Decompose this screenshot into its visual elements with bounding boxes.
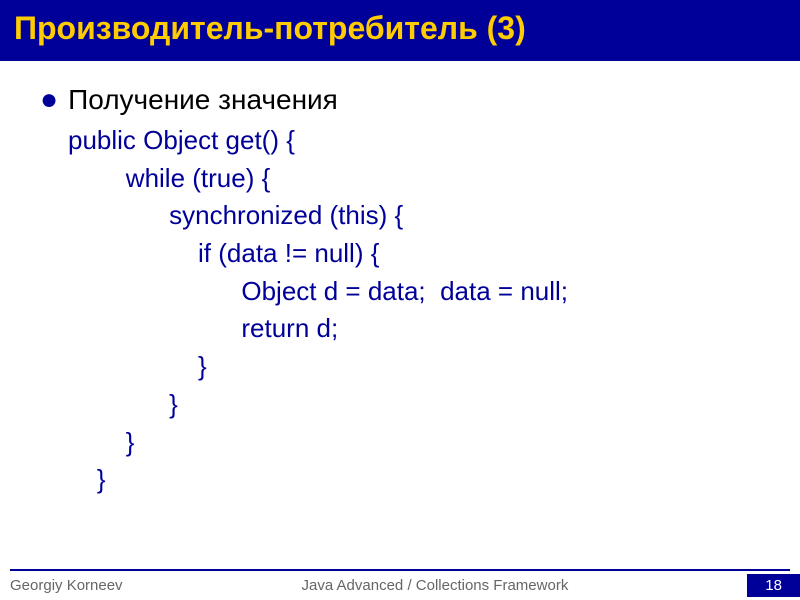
code-line: public Object get() { — [68, 122, 780, 160]
slide-content: ● Получение значения public Object get()… — [0, 61, 800, 569]
code-line: if (data != null) { — [68, 235, 780, 273]
code-line: while (true) { — [68, 160, 780, 198]
code-line: return d; — [68, 310, 780, 348]
code-line: Object d = data; data = null; — [68, 273, 780, 311]
code-line: } — [68, 386, 780, 424]
code-line: synchronized (this) { — [68, 197, 780, 235]
slide-footer: Georgiy Korneev Java Advanced / Collecti… — [0, 571, 800, 600]
code-line: } — [68, 424, 780, 462]
footer-course: Java Advanced / Collections Framework — [302, 577, 569, 594]
footer-page-number: 18 — [747, 574, 800, 597]
code-block: public Object get() { while (true) { syn… — [68, 122, 780, 499]
bullet-icon: ● — [40, 85, 58, 115]
code-line: } — [68, 348, 780, 386]
slide-title: Производитель-потребитель (3) — [14, 10, 786, 47]
slide-header: Производитель-потребитель (3) — [0, 0, 800, 61]
footer-author: Georgiy Korneev — [10, 577, 123, 594]
bullet-text: Получение значения — [68, 84, 338, 116]
bullet-item: ● Получение значения — [40, 81, 780, 116]
code-line: } — [68, 461, 780, 499]
